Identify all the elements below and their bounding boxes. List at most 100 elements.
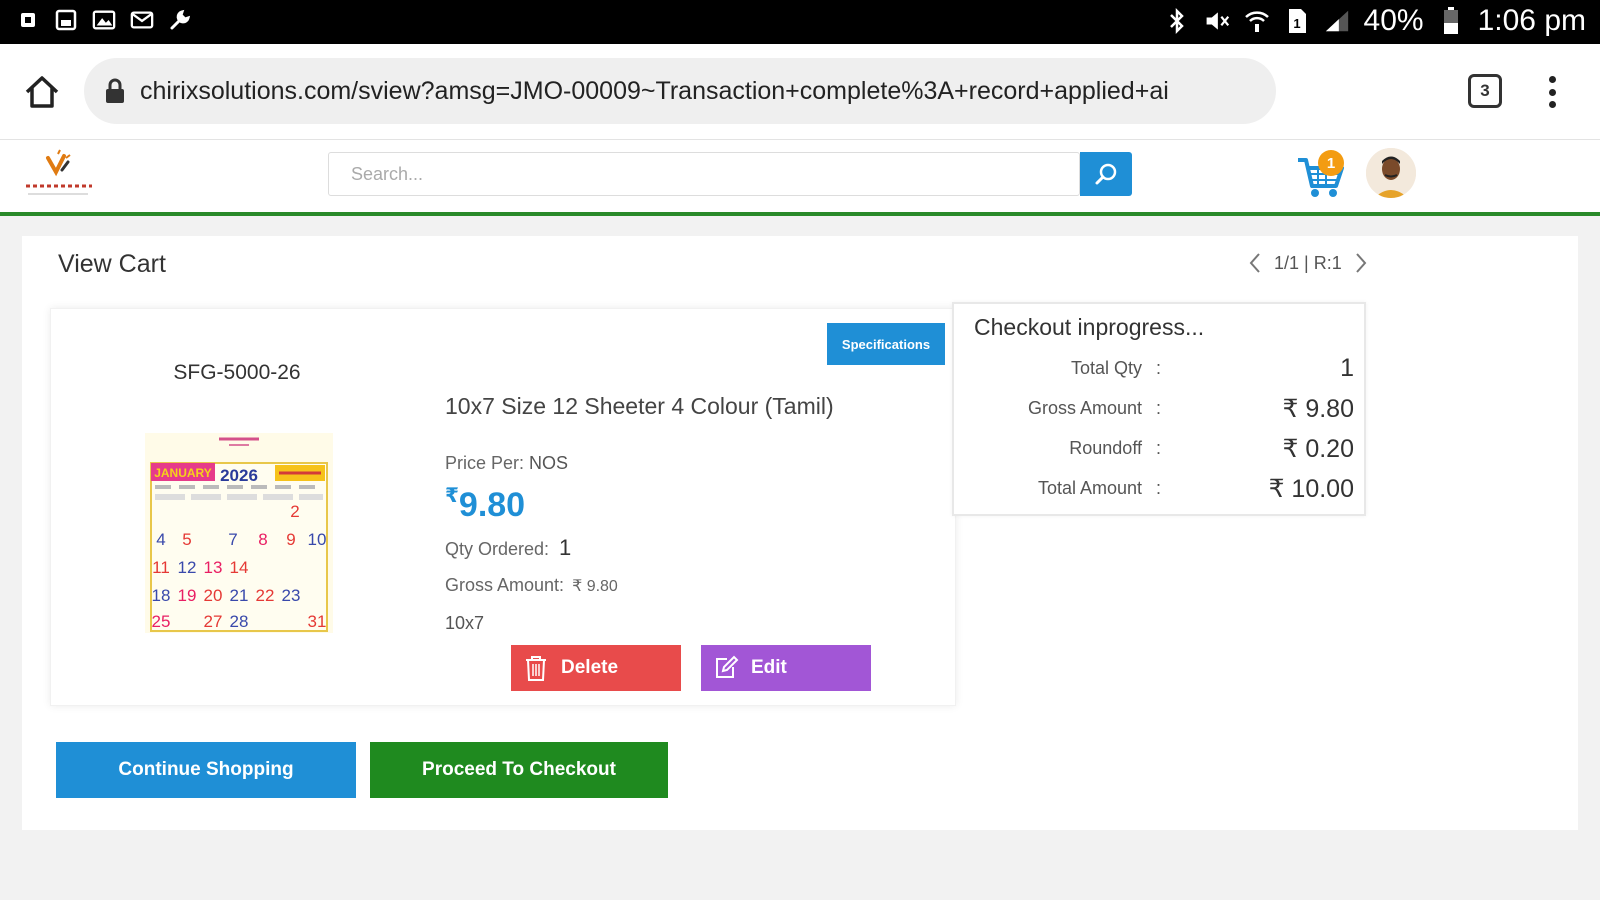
item-sku: SFG-5000-26 (173, 361, 301, 384)
menu-dot (1548, 76, 1556, 83)
calendar-day: 31 (308, 612, 327, 631)
battery-percent: 40% (1363, 4, 1424, 37)
product-image[interactable]: JANUARY 2026 2 4 5 7 8 9 10 11 12 13 14 18 19 20 21 22 2… (145, 433, 333, 633)
price-currency: ₹ (445, 485, 459, 507)
calendar-day: 11 (152, 558, 170, 577)
calendar-day: 7 (228, 530, 237, 549)
calendar-image: JANUARY 2026 2 4 5 7 8 9 10 11 12 13 14 18 19 20 21 22 2… (145, 433, 333, 633)
calendar-day: 13 (204, 558, 223, 577)
home-button[interactable] (22, 72, 62, 112)
continue-shopping-button[interactable]: Continue Shopping (56, 742, 356, 798)
search-icon (1095, 163, 1117, 185)
menu-dot (1548, 88, 1556, 96)
delete-label: Delete (561, 657, 619, 678)
address-bar[interactable]: chirixsolutions.com/sview?amsg=JMO-00009… (84, 58, 1276, 124)
summary-colon: : (1156, 398, 1162, 418)
edit-icon (716, 655, 739, 678)
price-value: 9.80 (458, 486, 526, 524)
svg-text:1: 1 (1293, 16, 1300, 31)
checkout-summary: Checkout inprogress... Total Qty : 1 Gro… (952, 302, 1366, 516)
pager-text: 1/1 | R:1 (1274, 252, 1342, 273)
site-logo[interactable] (18, 148, 102, 206)
price-per-unit: NOS (529, 453, 569, 473)
cart-item-card: SFG-5000-26 JANUARY 2026 2 4 5 7 8 9 10 11 12 13 1… (50, 308, 956, 706)
cart-count-badge: 1 (1318, 150, 1344, 176)
calendar-day: 22 (256, 586, 275, 605)
specifications-button[interactable]: Specifications (827, 323, 945, 365)
battery-icon (1438, 6, 1464, 36)
logo-image (26, 149, 92, 195)
calendar-day: 5 (182, 530, 191, 549)
summary-label: Roundoff (1069, 438, 1142, 458)
calendar-day: 10 (308, 530, 327, 549)
summary-colon: : (1156, 478, 1162, 498)
calendar-day: 2 (290, 502, 299, 521)
summary-value: 1 (1340, 354, 1354, 382)
product-name: 10x7 Size 12 Sheeter 4 Colour (Tamil) (445, 393, 834, 419)
trash-icon (526, 656, 546, 681)
status-right: 1 40% 1:06 pm (1164, 4, 1586, 38)
calendar-day: 19 (178, 586, 197, 605)
calendar-month: JANUARY (154, 466, 212, 480)
summary-label: Gross Amount (1027, 398, 1142, 418)
proceed-to-checkout-button[interactable]: Proceed To Checkout (370, 742, 668, 798)
summary-value: ₹ 10.00 (1268, 475, 1354, 503)
calendar-day: 20 (204, 586, 223, 605)
clock: 1:06 pm (1477, 4, 1586, 37)
summary-label: Total Amount (1037, 478, 1142, 498)
edit-button[interactable]: Edit (701, 645, 871, 691)
calendar-day: 23 (282, 586, 301, 605)
menu-dot (1548, 101, 1556, 108)
wrench-icon (168, 8, 192, 32)
summary-row-roundoff: Roundoff : ₹ 0.20 (954, 434, 1364, 466)
summary-label: Total Qty (1070, 358, 1142, 378)
mute-icon (1204, 6, 1230, 36)
price-per-label: Price Per: (445, 453, 525, 473)
delete-button[interactable]: Delete (511, 645, 681, 691)
gross-label: Gross Amount: (445, 575, 565, 595)
home-icon (25, 76, 59, 108)
summary-row-total-qty: Total Qty : 1 (954, 354, 1364, 386)
url-text[interactable]: chirixsolutions.com/sview?amsg=JMO-00009… (140, 77, 1169, 106)
search-button[interactable] (1080, 152, 1132, 196)
calendar-day: 4 (156, 530, 165, 549)
signal-icon (1324, 6, 1350, 36)
calendar-day: 14 (230, 558, 249, 577)
calendar-year: 2026 (220, 466, 258, 485)
bluetooth-icon (1164, 6, 1190, 36)
tab-count: 3 (1480, 81, 1490, 100)
cart-panel: View Cart 1/1 | R:1 SFG-5000-26 JANUARY … (22, 236, 1578, 830)
gallery-icon (92, 8, 116, 32)
tab-switcher-button[interactable]: 3 (1468, 74, 1502, 108)
calendar-day: 9 (286, 530, 295, 549)
calendar-day: 28 (230, 612, 249, 631)
edit-label: Edit (751, 657, 787, 678)
summary-value: ₹ 9.80 (1282, 395, 1354, 423)
calendar-day: 8 (258, 530, 267, 549)
avatar[interactable] (1366, 148, 1416, 198)
prev-page-button[interactable] (1244, 250, 1266, 276)
next-page-button[interactable] (1350, 250, 1372, 276)
summary-row-gross-amount: Gross Amount : ₹ 9.80 (954, 394, 1364, 426)
calendar-day: 25 (152, 612, 171, 631)
summary-title: Checkout inprogress... (974, 314, 1205, 340)
image-icon (54, 8, 78, 32)
browser-menu-button[interactable] (1544, 72, 1560, 112)
page-title: View Cart (58, 250, 166, 278)
pager: 1/1 | R:1 (1244, 250, 1372, 276)
wifi-icon (1244, 6, 1270, 36)
site-header: 1 (0, 140, 1600, 216)
chevron-left-icon (1249, 253, 1260, 273)
item-gross-amount: Gross Amount: ₹ 9.80 (445, 575, 618, 596)
search-input[interactable] (328, 152, 1080, 196)
calendar-day: 21 (230, 586, 249, 605)
mail-icon (130, 8, 154, 32)
summary-row-total-amount: Total Amount : ₹ 10.00 (954, 474, 1364, 506)
summary-colon: : (1156, 438, 1162, 458)
browser-toolbar: chirixsolutions.com/sview?amsg=JMO-00009… (0, 44, 1600, 140)
status-bar: 1 40% 1:06 pm (0, 0, 1600, 44)
sim-icon: 1 (1284, 6, 1310, 36)
status-left-icons (16, 8, 192, 32)
qty-value: 1 (559, 535, 572, 560)
calendar-day: 18 (152, 586, 171, 605)
